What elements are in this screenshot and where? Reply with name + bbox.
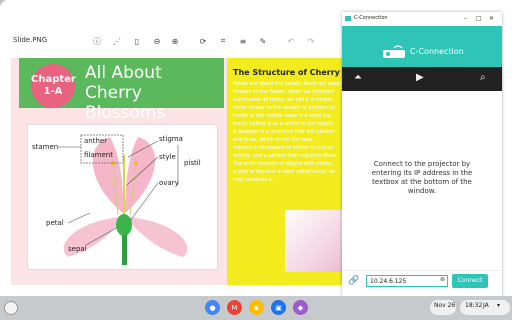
label-filament: filament [84,151,113,159]
label-style: style [159,153,176,161]
connect-button[interactable]: Connect [452,274,488,288]
connect-instructions: Connect to the projector by entering its… [371,160,473,195]
window-title: C-Connection [354,15,388,21]
undo-icon[interactable]: ↶ [284,34,298,48]
viewer-toolbar: Slide.PNG ⓘ ⋰ ▯ ⊖ ⊕ ⟳ ⌗ ≡ ✎ ↶ ↷ [0,28,342,56]
window-titlebar: C-Connection – □ ✕ [342,12,502,26]
app-brand: C-Connection [410,47,464,56]
edit-icon[interactable]: ✎ [256,34,270,48]
link-icon: 🔗 [348,276,360,286]
structure-line: The pistil consists of stigma with polle… [233,161,334,167]
date-text: Nov 26 [434,302,456,309]
anther-dot-2 [134,161,138,165]
label-pistil: pistil [184,159,201,167]
petal-shape-left [92,137,124,213]
minimize-icon[interactable]: – [464,15,467,22]
clock-text: 18:32 [465,302,483,309]
structure-line: anther, and a pattern that supports fila… [233,153,336,159]
delete-icon[interactable]: ▯ [130,34,144,48]
stem-shape [122,235,127,265]
play-icon[interactable]: ▶ [416,72,424,83]
flower-diagram: stamen anther filament stigma style pist… [27,124,218,270]
redo-icon[interactable]: ↷ [304,34,318,48]
slide-right-panel: The Structure of Cherry Bl Petals are ab… [227,58,347,285]
rotate-icon[interactable]: ⟳ [196,34,210,48]
search-icon[interactable]: ⌕ [480,72,486,83]
launcher-icon[interactable] [4,301,18,315]
app-nav-bar: ⏶ ▶ ⌕ [342,67,502,91]
label-ovary: ovary [159,179,179,187]
ime-indicator: JA [483,302,489,309]
c-connection-window: C-Connection – □ ✕ C-Connection ⏶ ▶ ⌕ Co… [342,12,502,297]
structure-heading: The Structure of Cherry Bl [233,68,347,77]
zoom-out-icon[interactable]: ⊖ [150,34,164,48]
adjust-icon[interactable]: ≡ [236,34,250,48]
chapter-line2: 1-A [43,86,63,97]
structure-line: A wrapper is a structure that will prote… [233,129,335,135]
slide-left-panel: Chapter 1-A All About Cherry Blossoms st… [11,58,227,285]
connect-bar: 🔗 10.24.6.125 ⊗ Connect [342,270,502,293]
file-name: Slide.PNG [13,36,48,44]
structure-body-text: Petals are about the petals, there are s… [233,80,345,184]
label-sepal: sepal [68,245,87,253]
label-stamen: stamen [32,143,59,151]
slide-title: All About Cherry Blossoms [85,63,224,123]
other-app-icon[interactable]: ◆ [293,300,308,315]
zoom-in-icon[interactable]: ⊕ [168,34,182,48]
app-icon [345,16,351,21]
structure-line: piece, calling it as a whole to put toge… [233,121,334,127]
label-anther: anther [84,137,108,145]
share-icon[interactable]: ⋰ [110,34,124,48]
petal-shape-lower-right [126,217,188,257]
slide-image: Chapter 1-A All About Cherry Blossoms st… [11,58,347,285]
maximize-icon[interactable]: □ [476,15,482,22]
info-icon[interactable]: ⓘ [90,34,104,48]
sepal-shape [116,214,132,236]
gallery-app-icon[interactable]: ▣ [271,300,286,315]
title-band: Chapter 1-A All About Cherry Blossoms [19,58,224,123]
system-shelf: ● M ▪ ▣ ◆ Nov 26 18:32 JA ▾ [0,296,512,320]
structure-line: a part to become a seed called ovule, an [233,169,336,175]
chapter-line1: Chapter [31,74,76,85]
chrome-app-icon[interactable]: ● [205,300,220,315]
structure-line: and buds, which is not the case. [233,137,314,143]
structure-line: flowers in one flower, when we compare [233,89,335,95]
structure-line: summarize all these, we call it a coroll… [233,97,334,103]
structure-line: inside of the corolla sepal is a word po… [233,113,331,119]
petal-pointer [67,212,91,224]
title-line1: All About [85,63,162,83]
title-line2: Cherry Blossoms [85,83,166,123]
clear-input-icon[interactable]: ⊗ [440,276,445,283]
structure-line: some similar to the wreath of another co [233,105,336,111]
ip-address-input[interactable]: 10.24.6.125 [366,275,448,287]
structure-line: Petals are about the petals, there are s… [233,81,344,87]
chapter-badge: Chapter 1-A [31,64,76,108]
petal-shape-right [125,137,156,213]
crop-icon[interactable]: ⌗ [216,34,230,48]
projector-logo-icon [383,45,405,58]
eject-icon[interactable]: ⏶ [354,72,362,83]
wifi-icon: ▾ [497,302,501,309]
gmail-app-icon[interactable]: M [227,300,242,315]
cherry-blossom-photo [285,210,347,272]
files-app-icon[interactable]: ▪ [249,300,264,315]
structure-line: stamen is composed of anther to put po [233,145,334,151]
label-petal: petal [46,219,64,227]
close-icon[interactable]: ✕ [489,15,494,22]
structure-line: that connects it. [233,177,274,183]
label-stigma: stigma [159,135,183,143]
